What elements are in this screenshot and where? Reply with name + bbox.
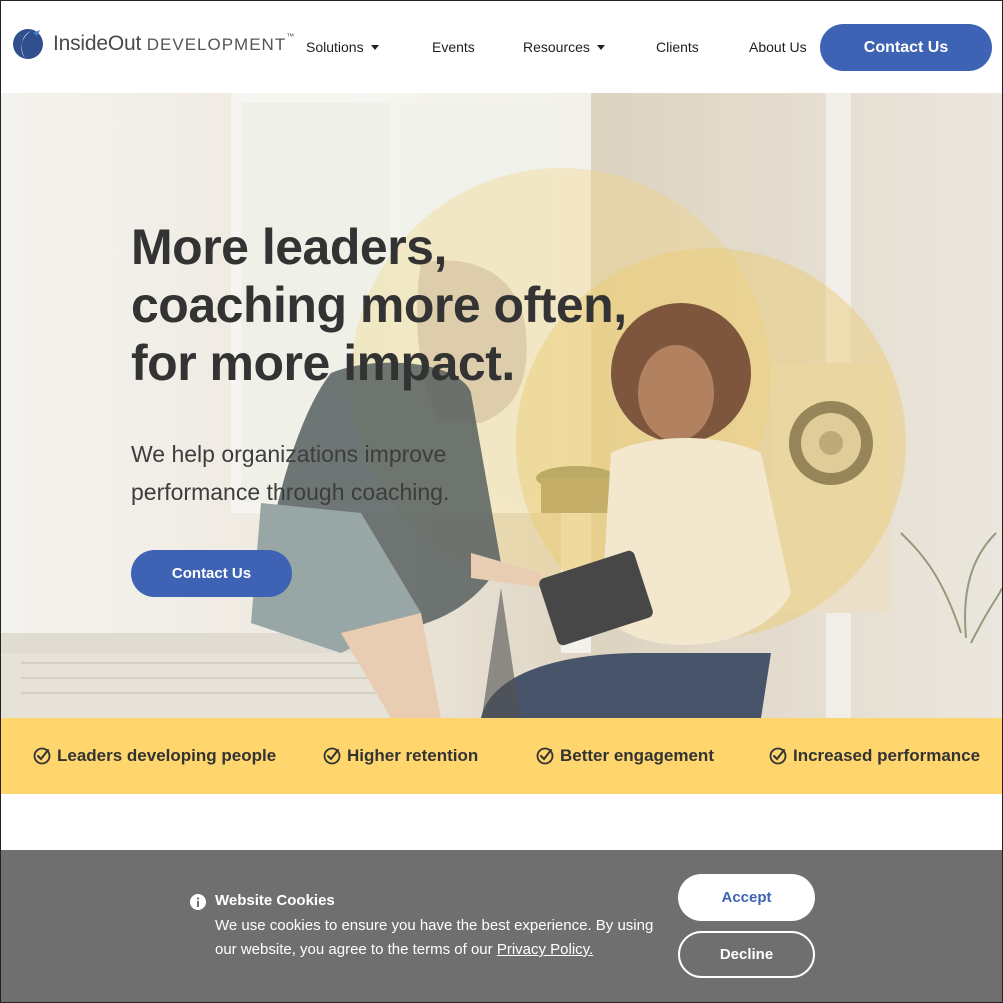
- nav-solutions[interactable]: Solutions: [306, 39, 379, 55]
- header-contact-button[interactable]: Contact Us: [820, 24, 992, 71]
- nav-resources-label: Resources: [523, 39, 590, 55]
- check-circle-icon: [536, 747, 554, 765]
- cookie-banner: Website Cookies We use cookies to ensure…: [1, 850, 1002, 1002]
- cookie-title: Website Cookies: [215, 892, 335, 909]
- nav-events[interactable]: Events: [432, 39, 475, 55]
- site-header: InsideOut DEVELOPMENT™ Solutions Events …: [1, 1, 1002, 93]
- nav-clients-label: Clients: [656, 39, 699, 55]
- hero-photo-illustration: [1, 93, 1002, 718]
- nav-resources[interactable]: Resources: [523, 39, 605, 55]
- cookie-decline-button[interactable]: Decline: [678, 931, 815, 978]
- chevron-down-icon: [596, 44, 605, 50]
- privacy-policy-link[interactable]: Privacy Policy.: [497, 941, 593, 958]
- check-circle-icon: [323, 747, 341, 765]
- benefit-label: Increased performance: [793, 746, 981, 765]
- benefit-item: Increased performance: [769, 746, 980, 766]
- hero-headline: More leaders, coaching more often, for m…: [131, 218, 691, 392]
- site-logo[interactable]: InsideOut DEVELOPMENT™: [11, 27, 294, 61]
- headline-line-2: coaching more often,: [131, 277, 627, 333]
- logo-main-text: InsideOut: [53, 32, 142, 55]
- nav-clients[interactable]: Clients: [656, 39, 699, 55]
- nav-events-label: Events: [432, 39, 475, 55]
- nav-about-us[interactable]: About Us: [749, 39, 807, 55]
- nav-solutions-label: Solutions: [306, 39, 364, 55]
- hero-section: More leaders, coaching more often, for m…: [1, 93, 1002, 718]
- benefit-item: Better engagement: [536, 746, 714, 766]
- headline-line-1: More leaders,: [131, 219, 447, 275]
- logo-trademark: ™: [286, 32, 295, 41]
- benefit-item: Leaders developing people: [33, 746, 276, 766]
- benefit-label: Better engagement: [560, 746, 714, 765]
- hero-contact-button[interactable]: Contact Us: [131, 550, 292, 597]
- benefit-item: Higher retention: [323, 746, 478, 766]
- benefit-label: Higher retention: [347, 746, 479, 765]
- benefits-band: Leaders developing people Higher retenti…: [1, 718, 1002, 794]
- nav-about-label: About Us: [749, 39, 807, 55]
- hero-subline: We help organizations improve performanc…: [131, 441, 450, 505]
- cookie-accept-button[interactable]: Accept: [678, 874, 815, 921]
- cookie-message: We use cookies to ensure you have the be…: [215, 914, 660, 962]
- logo-sub-text: DEVELOPMENT: [146, 35, 287, 54]
- benefit-label: Leaders developing people: [57, 746, 277, 765]
- info-icon: [190, 894, 206, 910]
- check-circle-icon: [33, 747, 51, 765]
- headline-line-3: for more impact.: [131, 335, 515, 391]
- check-circle-icon: [769, 747, 787, 765]
- insideout-leaf-logo-icon: [13, 29, 43, 59]
- chevron-down-icon: [370, 44, 379, 50]
- logo-wordmark: InsideOut DEVELOPMENT™: [53, 32, 294, 56]
